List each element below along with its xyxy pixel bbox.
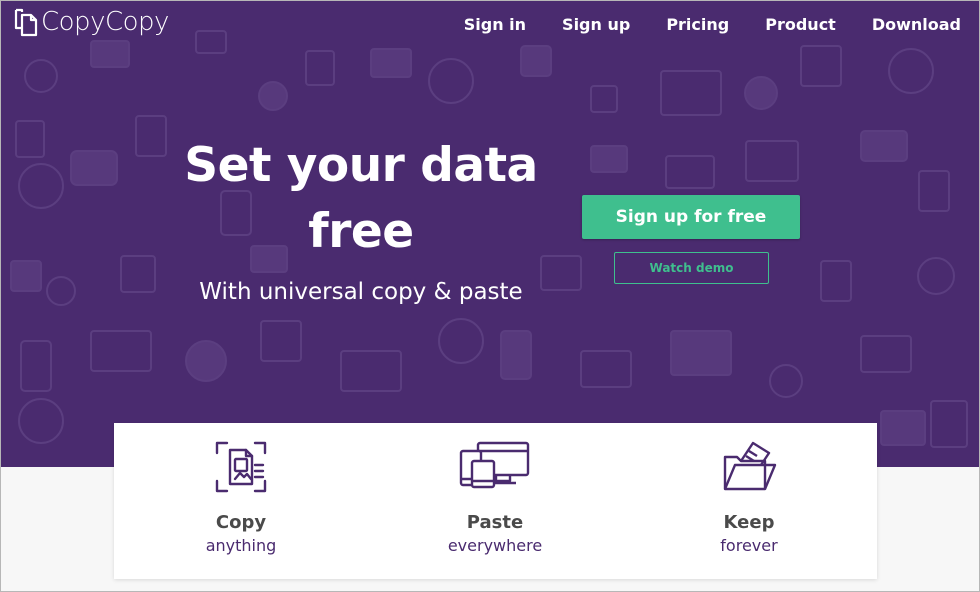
feature-copy: Copy anything (114, 423, 368, 579)
feature-title: Paste (466, 512, 524, 533)
headline-line-2: free (308, 204, 414, 259)
feature-subtitle: everywhere (447, 536, 543, 555)
scan-document-icon (215, 441, 267, 493)
hero-section: CopyCopy Sign in Sign up Pricing Product… (1, 1, 979, 467)
devices-icon (459, 441, 530, 489)
hero-subhead: With universal copy & paste (199, 279, 523, 305)
feature-paste: Paste everywhere (368, 423, 622, 579)
feature-keep: Keep forever (622, 423, 876, 579)
folder-icon (723, 441, 777, 491)
feature-title: Keep (723, 512, 775, 533)
nav-product[interactable]: Product (765, 15, 836, 34)
watch-demo-button[interactable]: Watch demo (614, 252, 769, 284)
feature-subtitle: forever (720, 536, 778, 555)
features-card: Copy anything Paste everywhere Keep fore… (114, 423, 877, 579)
feature-title: Copy (215, 512, 267, 533)
app-window: CopyCopy Sign in Sign up Pricing Product… (0, 0, 980, 592)
hero-headline: Set your data free (181, 133, 541, 265)
brand-logo[interactable]: CopyCopy (13, 6, 169, 38)
brand-name: CopyCopy (41, 7, 169, 37)
copy-logo-icon (14, 8, 38, 37)
nav-download[interactable]: Download (872, 15, 961, 34)
nav-sign-up[interactable]: Sign up (562, 15, 630, 34)
nav-sign-in[interactable]: Sign in (464, 15, 526, 34)
nav-pricing[interactable]: Pricing (666, 15, 729, 34)
top-nav: Sign in Sign up Pricing Product Download (464, 15, 961, 34)
headline-line-1: Set your data (184, 138, 538, 193)
feature-subtitle: anything (205, 536, 277, 555)
sign-up-free-button[interactable]: Sign up for free (582, 195, 800, 239)
